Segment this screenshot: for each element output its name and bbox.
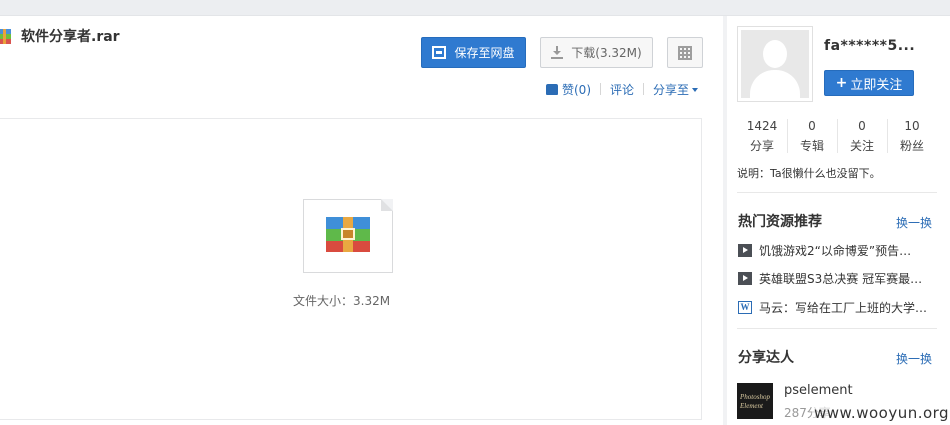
share-talent-refresh-link[interactable]: 换一换 — [896, 350, 932, 367]
divider — [643, 83, 645, 95]
stat-shares[interactable]: 1424 分享 — [737, 117, 787, 157]
section-divider — [737, 328, 937, 329]
video-icon — [738, 244, 752, 257]
hot-resource-text: 饥饿游戏2“以命博爱”预告… — [759, 244, 912, 258]
avatar-logo-text: Photoshop — [740, 393, 770, 401]
stat-label: 分享 — [749, 139, 774, 153]
watermark: www.wooyun.org — [812, 404, 950, 422]
talent-avatar[interactable]: Photoshop Element — [737, 383, 773, 419]
rar-file-icon — [0, 28, 11, 44]
avatar-logo-text: Element — [740, 402, 763, 410]
section-divider — [737, 192, 937, 193]
thumbs-up-icon — [546, 83, 558, 95]
hot-resource-text: 马云：写给在工厂上班的大学… — [759, 301, 928, 315]
file-name: 软件分享者.rar — [21, 29, 120, 45]
file-size-text: 文件大小：3.32M — [293, 294, 391, 308]
like-link[interactable]: 赞(0) — [562, 81, 591, 98]
stat-label: 粉丝 — [899, 139, 924, 153]
save-to-netdisk-button[interactable]: 保存至网盘 — [421, 37, 526, 68]
save-icon — [432, 46, 447, 59]
user-name[interactable]: fa******5... — [824, 38, 915, 54]
word-doc-icon: W — [738, 301, 752, 314]
talent-name[interactable]: pselement — [784, 383, 853, 398]
hot-resources-title: 热门资源推荐 — [738, 214, 822, 230]
download-button-label: 下载(3.32M) — [571, 46, 642, 60]
share-label: 分享至 — [653, 82, 690, 97]
rar-file-preview-icon — [303, 199, 393, 273]
download-icon — [551, 46, 564, 59]
qr-code-icon — [678, 45, 692, 60]
hot-resource-item[interactable]: W 马云：写给在工厂上班的大学… — [738, 299, 938, 316]
follow-button[interactable]: + 立即关注 — [824, 70, 914, 96]
stat-followers[interactable]: 10 粉丝 — [887, 117, 937, 157]
divider — [600, 83, 601, 95]
stat-label: 专辑 — [799, 139, 824, 153]
stat-number: 10 — [904, 119, 920, 133]
save-button-label: 保存至网盘 — [454, 46, 515, 60]
share-talent-title: 分享达人 — [738, 350, 794, 366]
hot-resource-item[interactable]: 饥饿游戏2“以命博爱”预告… — [738, 242, 938, 259]
plus-icon: + — [835, 75, 848, 91]
video-icon — [738, 272, 752, 285]
action-links: 赞(0) 评论 分享至 — [546, 80, 699, 98]
user-stats: 1424 分享 0 专辑 0 关注 10 粉丝 — [737, 117, 937, 157]
file-header: 软件分享者.rar — [0, 26, 120, 46]
share-link[interactable]: 分享至 — [653, 81, 699, 98]
follow-button-label: 立即关注 — [850, 77, 903, 93]
chevron-down-icon — [692, 88, 699, 92]
user-avatar[interactable] — [737, 26, 813, 102]
stat-number: 0 — [808, 119, 816, 133]
user-description: 说明：Ta很懒什么也没留下。 — [737, 167, 881, 180]
stat-following[interactable]: 0 关注 — [837, 117, 887, 157]
stat-albums[interactable]: 0 专辑 — [787, 117, 837, 157]
download-button[interactable]: 下载(3.32M) — [540, 37, 653, 68]
stat-number: 1424 — [746, 119, 778, 133]
qr-code-button[interactable] — [667, 37, 703, 68]
stat-label: 关注 — [849, 139, 874, 153]
hot-resources-refresh-link[interactable]: 换一换 — [896, 214, 932, 231]
stat-number: 0 — [858, 119, 866, 133]
hot-resource-item[interactable]: 英雄联盟S3总决赛 冠军赛最… — [738, 270, 938, 287]
top-bar — [0, 0, 950, 16]
comment-link[interactable]: 评论 — [610, 81, 634, 98]
hot-resource-text: 英雄联盟S3总决赛 冠军赛最… — [759, 272, 923, 286]
